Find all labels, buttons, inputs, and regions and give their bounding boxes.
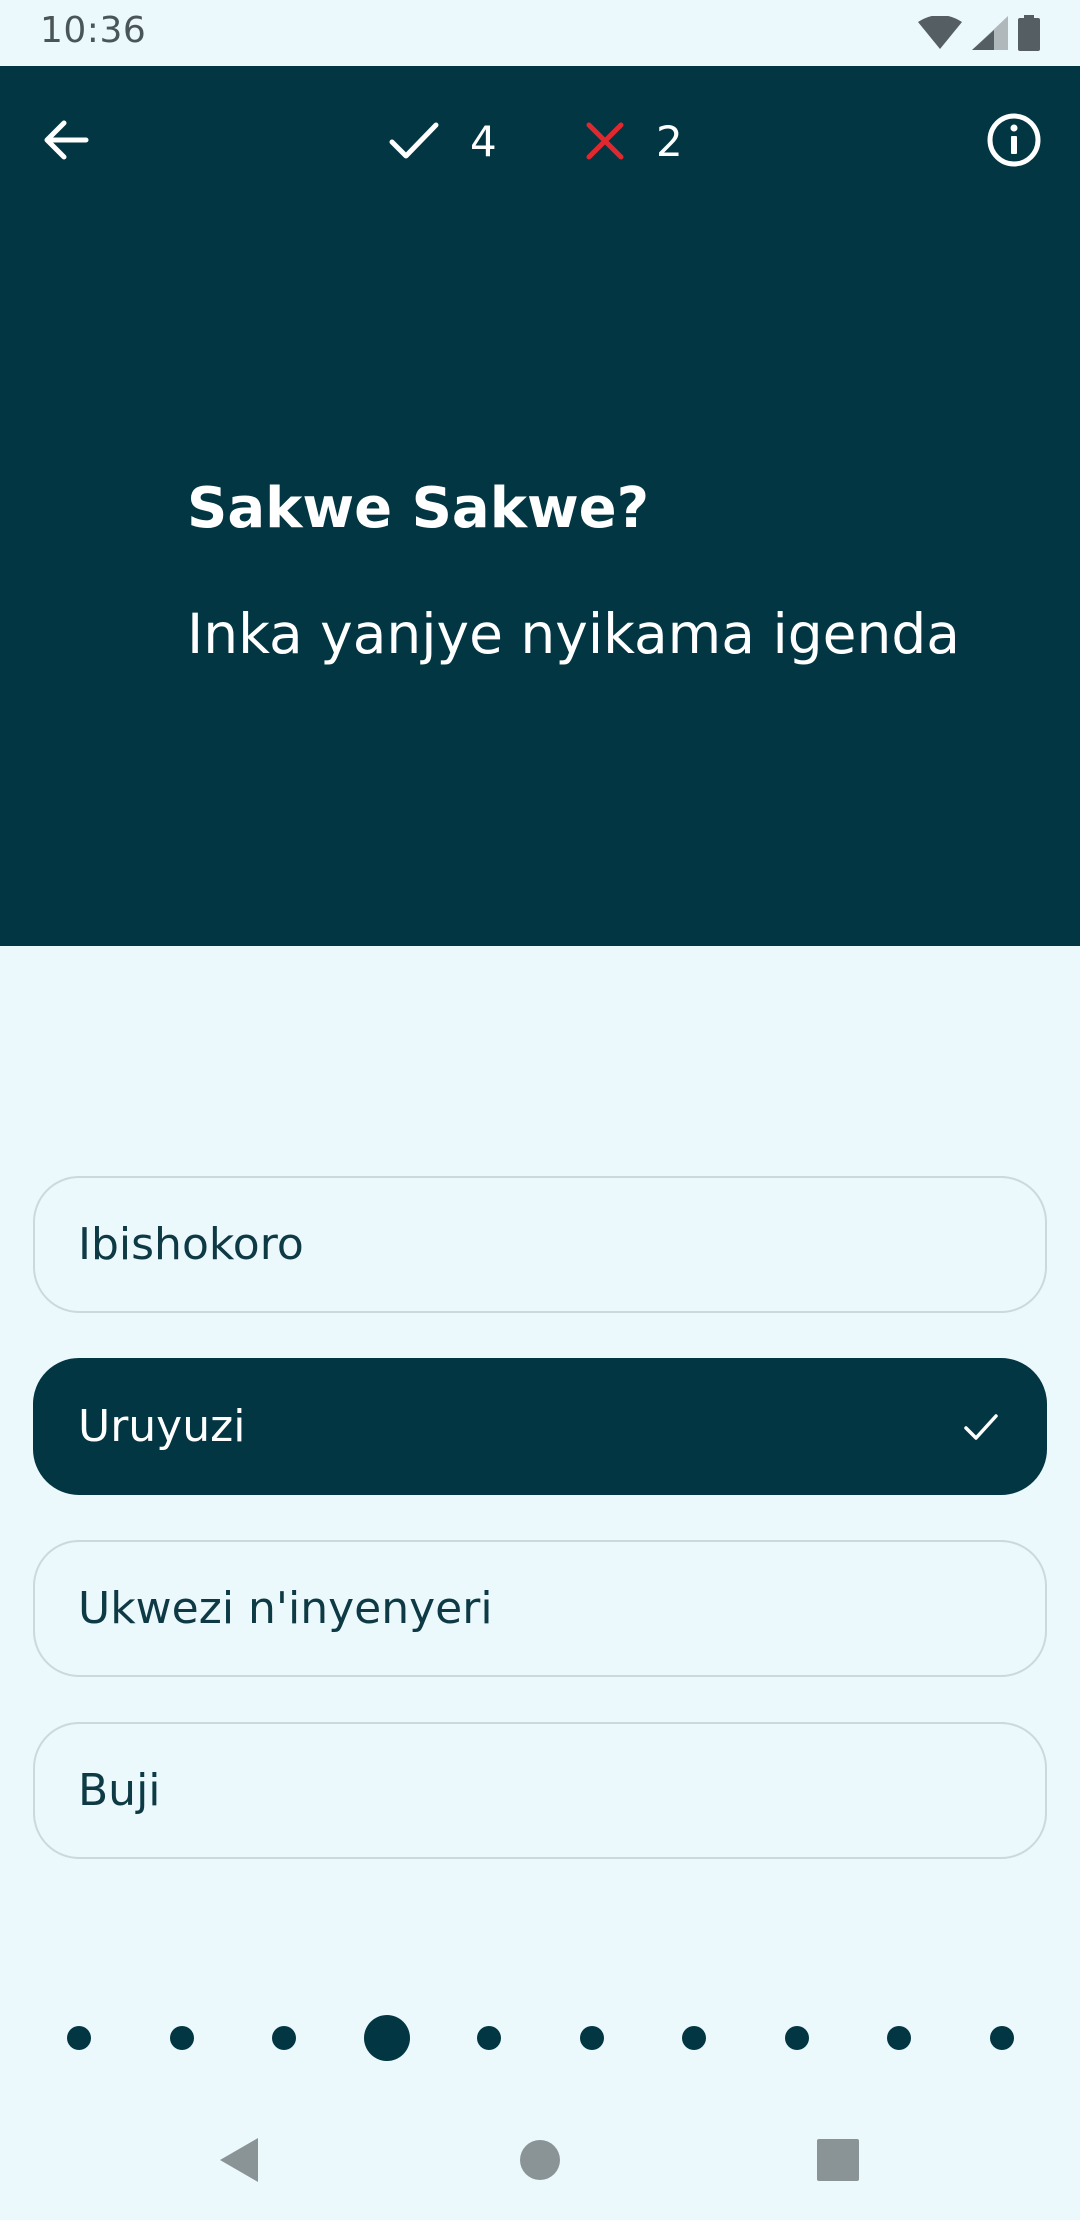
question-title: Sakwe Sakwe? [187,476,650,541]
progress-dot [579,2026,604,2050]
status-bar: 10:36 [0,0,1080,66]
nav-back-button[interactable] [190,2110,290,2210]
nav-home-icon [520,2140,560,2180]
option-label: Uruyuzi [78,1401,246,1452]
progress-dot [784,2026,809,2050]
progress-dot [682,2026,706,2050]
nav-recents-button[interactable] [788,2110,888,2210]
answer-option[interactable]: Buji [33,1722,1047,1859]
check-icon [964,1413,998,1440]
answer-option-selected[interactable]: Uruyuzi [33,1358,1047,1495]
option-label: Ibishokoro [78,1219,304,1270]
progress-dot [989,2026,1014,2050]
progress-dot [272,2026,296,2050]
status-time: 10:36 [40,10,147,51]
question-text: Inka yanjye nyikama igenda [187,602,960,666]
progress-dots [0,2013,1080,2063]
answer-options: Ibishokoro Uruyuzi Ukwezi n'inyenyeri Bu… [33,1176,1047,1904]
option-label: Ukwezi n'inyenyeri [78,1583,493,1634]
progress-dot [169,2026,194,2050]
nav-recents-icon [817,2139,859,2181]
option-label: Buji [78,1765,161,1816]
check-icon [389,122,439,159]
correct-score: 4 [388,106,497,176]
wrong-count: 2 [656,116,683,166]
system-navbar [0,2100,1080,2220]
status-icons [918,14,1040,52]
info-icon [987,113,1041,167]
wrong-score: 2 [584,106,683,176]
battery-icon [1018,15,1040,51]
progress-dot [67,2026,91,2050]
nav-back-icon [220,2138,258,2182]
nav-home-button[interactable] [490,2110,590,2210]
cross-icon [586,122,624,160]
progress-dot [887,2026,911,2050]
back-button[interactable] [30,104,102,176]
correct-count: 4 [470,116,497,166]
arrow-left-icon [44,120,89,160]
progress-dot-active [363,2015,410,2061]
quiz-header: 4 2 Sakwe Sakwe? Inka yanjye nyikama ige… [0,66,1080,946]
progress-dot [477,2026,501,2050]
cell-signal-icon [972,16,1008,50]
info-button[interactable] [978,104,1050,176]
wifi-icon [918,16,962,49]
answer-option[interactable]: Ibishokoro [33,1176,1047,1313]
answer-option[interactable]: Ukwezi n'inyenyeri [33,1540,1047,1677]
